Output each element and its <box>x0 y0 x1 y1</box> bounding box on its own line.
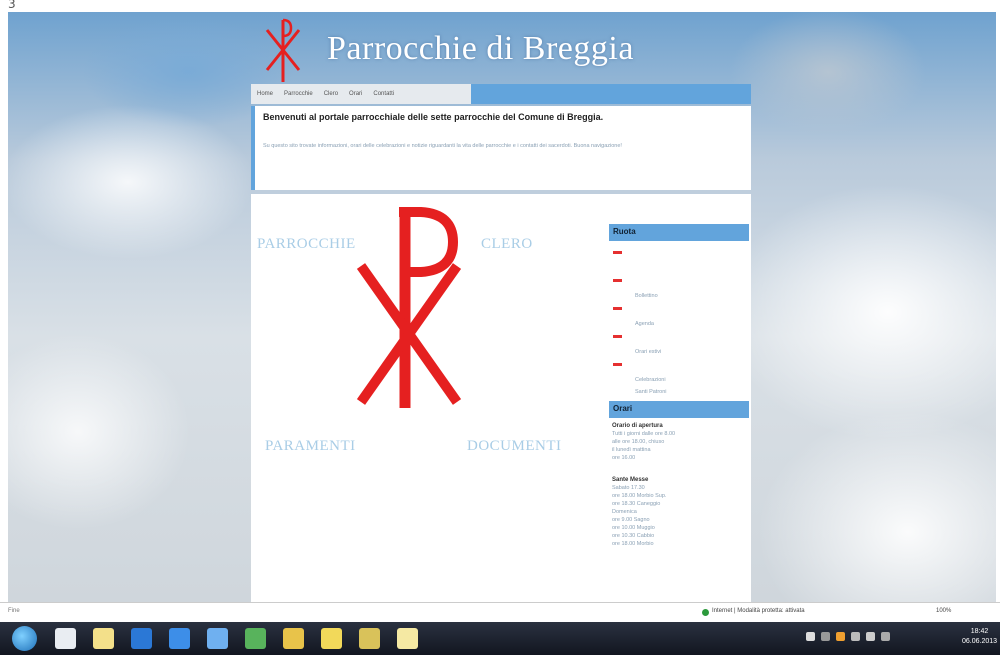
orari-block: Sante Messe Sabato 17.30 ore 18.00 Morbi… <box>609 462 749 548</box>
orari-line: ore 10.00 Muggio <box>612 525 655 531</box>
orari-line: ore 18.00 Morbio <box>612 541 654 547</box>
nav-item-parrocchie[interactable]: Parrocchie <box>284 91 313 97</box>
bullet-icon <box>613 251 622 254</box>
sidebar-link[interactable] <box>609 245 749 273</box>
sidebar-link[interactable]: Orari estivi <box>609 329 749 357</box>
sidebar-link-label[interactable]: Santi Patroni <box>635 389 667 395</box>
orari-block-title: Orario di apertura <box>612 423 663 429</box>
link-parrocchie[interactable]: PARROCCHIE <box>257 236 356 253</box>
nav-item-home[interactable]: Home <box>257 91 273 97</box>
word-icon[interactable] <box>169 628 190 649</box>
intro-text: Su questo sito trovate informazioni, ora… <box>263 143 622 149</box>
link-documenti[interactable]: DOCUMENTI <box>467 438 562 455</box>
sidebar-links-heading: Ruota <box>609 224 749 241</box>
orari-line: ore 10.30 Cabbio <box>612 533 655 539</box>
link-paramenti[interactable]: PARAMENTI <box>265 438 356 455</box>
window-title-strip: 3 <box>0 0 1000 12</box>
nav-item-contatti[interactable]: Contatti <box>373 91 394 97</box>
main-content: PARROCCHIE CLERO PARAMENTI DOCUMENTI Ruo… <box>251 194 751 602</box>
orari-block-title: Sante Messe <box>612 477 649 483</box>
sidebar-link-label[interactable]: Orari estivi <box>635 349 661 355</box>
welcome-heading: Benvenuti al portale parrocchiale delle … <box>263 112 604 122</box>
site-title[interactable]: Parrocchie di Breggia <box>327 30 634 68</box>
browser-status-bar: Fine Internet | Modalità protetta: attiv… <box>0 602 1000 622</box>
sidebar-link[interactable]: Santi Patroni <box>609 385 749 413</box>
tray-language-icon[interactable] <box>881 632 890 641</box>
orari-line: Domenica <box>612 509 637 515</box>
sidebar-link-label[interactable]: Agenda <box>635 321 654 327</box>
sidebar-links: Bollettino Agenda Orari estivi Celebrazi… <box>609 241 749 401</box>
orari-section: Orari Orario di apertura Tutti i giorni … <box>609 401 749 548</box>
globe-icon <box>702 609 709 616</box>
orari-line: ore 9.00 Sagno <box>612 517 650 523</box>
start-button[interactable] <box>12 626 37 651</box>
bullet-icon <box>613 279 622 282</box>
system-tray <box>806 632 890 641</box>
orari-line: Sabato 17.30 <box>612 485 645 491</box>
orari-line: alle ore 18.00, chiuso <box>612 439 665 445</box>
notes-icon[interactable] <box>397 628 418 649</box>
tray-flag-icon[interactable] <box>806 632 815 641</box>
tray-power-icon[interactable] <box>851 632 860 641</box>
orari-line: ore 18.00 Morbio Sup. <box>612 493 667 499</box>
web-page: Parrocchie di Breggia Home Parrocchie Cl… <box>251 12 751 602</box>
site-header: Parrocchie di Breggia <box>251 12 751 82</box>
sidebar-link-label[interactable]: Celebrazioni <box>635 377 666 383</box>
bullet-icon <box>613 307 622 310</box>
main-menu: Home Parrocchie Clero Orari Contatti <box>251 84 471 104</box>
ie-icon[interactable] <box>131 628 152 649</box>
app-icon[interactable] <box>359 628 380 649</box>
orari-block: Orario di apertura Tutti i giorni dalle … <box>609 418 749 462</box>
orari-line: il lunedì mattina <box>612 447 651 453</box>
outlook-icon[interactable] <box>207 628 228 649</box>
nav-item-clero[interactable]: Clero <box>324 91 338 97</box>
sidebar: Ruota Bollettino Agenda Orari estivi Cel… <box>609 224 749 548</box>
chi-rho-logo-icon[interactable] <box>261 16 305 84</box>
sidebar-link-label[interactable]: Bollettino <box>635 293 658 299</box>
clock-time: 18:42 <box>970 628 989 635</box>
nav-bar: Home Parrocchie Clero Orari Contatti <box>251 84 751 104</box>
zoom-level[interactable]: 100% <box>936 608 951 614</box>
orari-line: Tutti i giorni dalle ore 8.00 <box>612 431 676 437</box>
photo-icon[interactable] <box>283 628 304 649</box>
taskbar: 18:42 06.06.2013 <box>0 622 1000 655</box>
tray-volume-icon[interactable] <box>866 632 875 641</box>
excel-icon[interactable] <box>245 628 266 649</box>
bullet-icon <box>613 363 622 366</box>
clock-date: 06.06.2013 <box>962 638 998 645</box>
link-clero[interactable]: CLERO <box>481 236 533 253</box>
nav-item-orari[interactable]: Orari <box>349 91 362 97</box>
chi-rho-symbol-icon <box>356 207 462 408</box>
intro-box: Benvenuti al portale parrocchiale delle … <box>251 106 751 190</box>
orari-line: ore 16.00 <box>612 455 636 461</box>
sidebar-link[interactable]: Bollettino <box>609 273 749 301</box>
sidebar-link[interactable]: Celebrazioni <box>609 357 749 385</box>
window-title: 3 <box>8 0 16 11</box>
clock[interactable]: 18:42 06.06.2013 <box>962 627 997 647</box>
tray-network-icon[interactable] <box>821 632 830 641</box>
tray-update-icon[interactable] <box>836 632 845 641</box>
bullet-icon <box>613 335 622 338</box>
orari-line: ore 18.30 Caneggio <box>612 501 661 507</box>
explorer-icon[interactable] <box>55 628 76 649</box>
security-zone[interactable]: Internet | Modalità protetta: attivata <box>712 608 805 614</box>
media-icon[interactable] <box>321 628 342 649</box>
status-text: Fine <box>8 608 20 614</box>
sidebar-link[interactable]: Agenda <box>609 301 749 329</box>
folder-icon[interactable] <box>93 628 114 649</box>
